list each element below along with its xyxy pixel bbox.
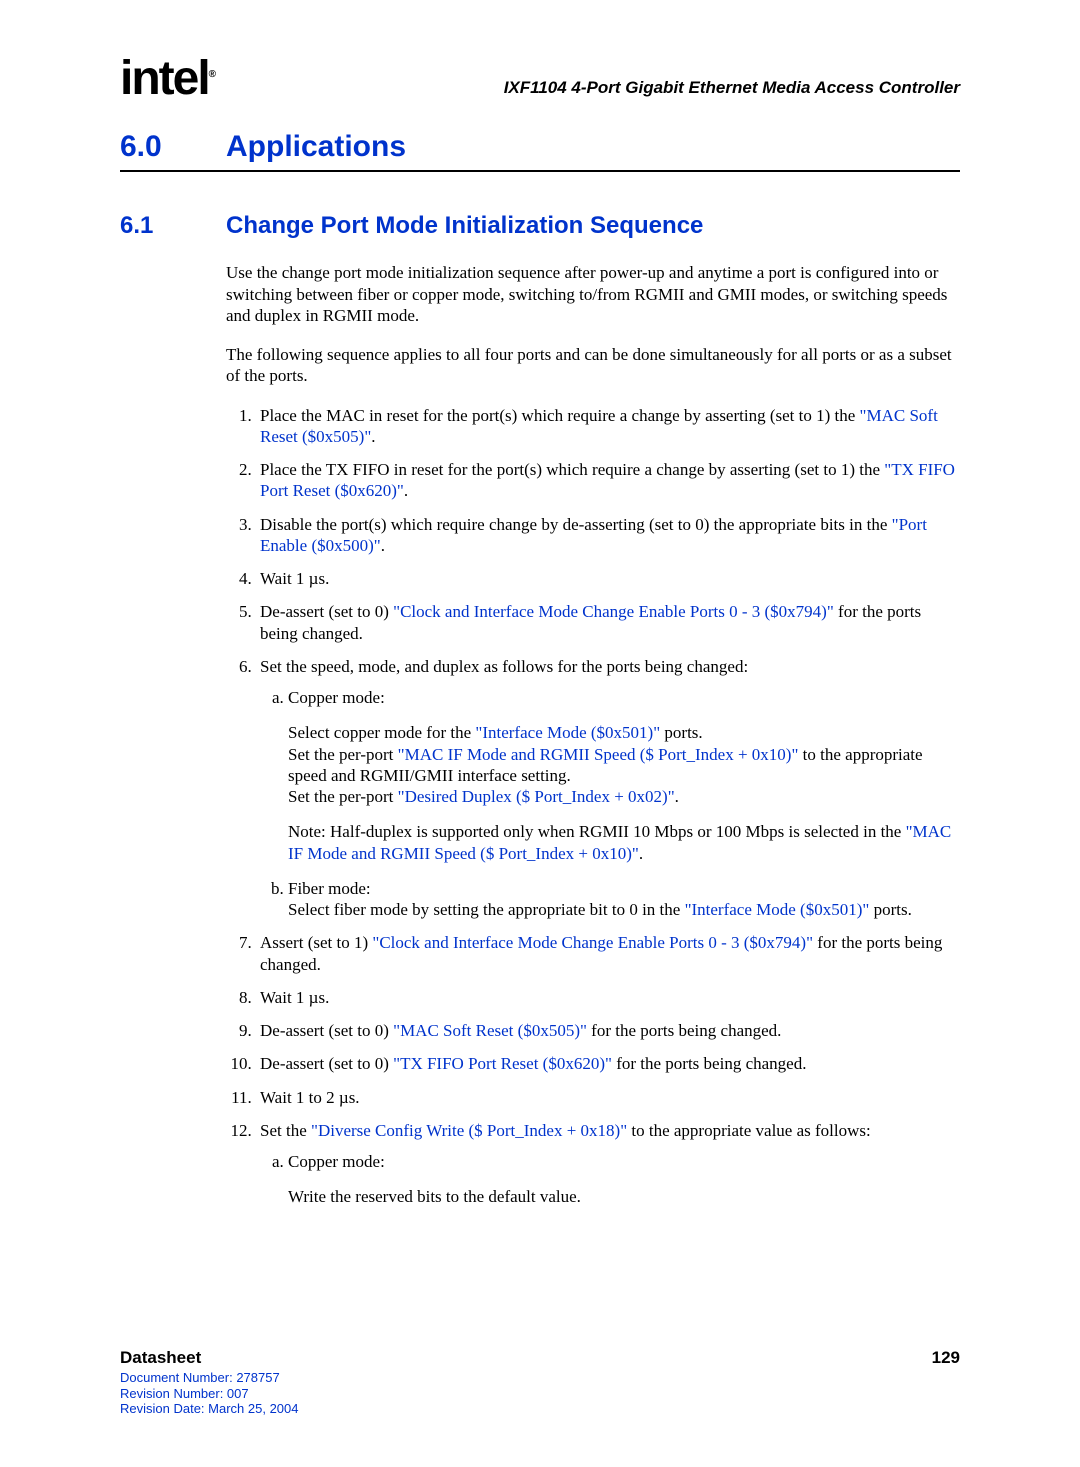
footer-document-number: Document Number: 278757 bbox=[120, 1370, 298, 1386]
step-12: Set the "Diverse Config Write ($ Port_In… bbox=[256, 1120, 960, 1208]
step-4: Wait 1 µs. bbox=[256, 568, 960, 589]
link-interface-mode-fiber[interactable]: "Interface Mode ($0x501)" bbox=[685, 900, 870, 919]
link-diverse-config-write[interactable]: "Diverse Config Write ($ Port_Index + 0x… bbox=[311, 1121, 627, 1140]
page-footer: Datasheet Document Number: 278757 Revisi… bbox=[120, 1348, 960, 1417]
registered-mark-icon: ® bbox=[209, 69, 214, 80]
page-header: intel® IXF1104 4-Port Gigabit Ethernet M… bbox=[120, 60, 960, 98]
step-8: Wait 1 µs. bbox=[256, 987, 960, 1008]
link-desired-duplex[interactable]: "Desired Duplex ($ Port_Index + 0x02)" bbox=[398, 787, 675, 806]
link-interface-mode[interactable]: "Interface Mode ($0x501)" bbox=[475, 723, 660, 742]
intro-paragraph-2: The following sequence applies to all fo… bbox=[226, 344, 960, 387]
link-clock-interface-mode-change-2[interactable]: "Clock and Interface Mode Change Enable … bbox=[372, 933, 813, 952]
step-11: Wait 1 to 2 µs. bbox=[256, 1087, 960, 1108]
step-9: De-assert (set to 0) "MAC Soft Reset ($0… bbox=[256, 1020, 960, 1041]
page-number: 129 bbox=[932, 1348, 960, 1368]
footer-revision-date: Revision Date: March 25, 2004 bbox=[120, 1401, 298, 1417]
document-title: IXF1104 4-Port Gigabit Ethernet Media Ac… bbox=[504, 78, 960, 98]
step-6a-p1: Select copper mode for the "Interface Mo… bbox=[288, 722, 960, 807]
footer-left: Datasheet Document Number: 278757 Revisi… bbox=[120, 1348, 298, 1417]
page: intel® IXF1104 4-Port Gigabit Ethernet M… bbox=[0, 0, 1080, 1467]
intel-logo: intel® bbox=[120, 60, 214, 98]
heading-1-text: Applications bbox=[226, 130, 406, 164]
heading-2-number: 6.1 bbox=[120, 212, 226, 240]
link-mac-soft-reset-2[interactable]: "MAC Soft Reset ($0x505)" bbox=[393, 1021, 587, 1040]
step-3: Disable the port(s) which require change… bbox=[256, 514, 960, 557]
body-content: Use the change port mode initialization … bbox=[226, 262, 960, 1207]
link-mac-if-mode-rgmii-speed[interactable]: "MAC IF Mode and RGMII Speed ($ Port_Ind… bbox=[398, 745, 799, 764]
link-tx-fifo-port-reset-2[interactable]: "TX FIFO Port Reset ($0x620)" bbox=[393, 1054, 612, 1073]
step-12a: Copper mode: Write the reserved bits to … bbox=[288, 1151, 960, 1208]
step-6a: Copper mode: Select copper mode for the … bbox=[288, 687, 960, 864]
heading-1: 6.0 Applications bbox=[120, 130, 960, 172]
step-6b: Fiber mode: Select fiber mode by setting… bbox=[288, 878, 960, 921]
step-6-sublist: Copper mode: Select copper mode for the … bbox=[260, 687, 960, 920]
heading-2-text: Change Port Mode Initialization Sequence bbox=[226, 212, 703, 240]
heading-2: 6.1 Change Port Mode Initialization Sequ… bbox=[120, 212, 960, 240]
intro-paragraph-1: Use the change port mode initialization … bbox=[226, 262, 960, 326]
step-6a-note: Note: Half-duplex is supported only when… bbox=[288, 821, 960, 864]
footer-datasheet-label: Datasheet bbox=[120, 1348, 298, 1368]
step-1: Place the MAC in reset for the port(s) w… bbox=[256, 405, 960, 448]
step-6b-p1: Select fiber mode by setting the appropr… bbox=[288, 899, 960, 920]
step-10: De-assert (set to 0) "TX FIFO Port Reset… bbox=[256, 1053, 960, 1074]
link-clock-interface-mode-change[interactable]: "Clock and Interface Mode Change Enable … bbox=[393, 602, 834, 621]
footer-revision-number: Revision Number: 007 bbox=[120, 1386, 298, 1402]
step-7: Assert (set to 1) "Clock and Interface M… bbox=[256, 932, 960, 975]
step-6: Set the speed, mode, and duplex as follo… bbox=[256, 656, 960, 921]
step-2: Place the TX FIFO in reset for the port(… bbox=[256, 459, 960, 502]
step-12a-p1: Write the reserved bits to the default v… bbox=[288, 1186, 960, 1207]
heading-1-number: 6.0 bbox=[120, 130, 226, 164]
step-5: De-assert (set to 0) "Clock and Interfac… bbox=[256, 601, 960, 644]
procedure-list: Place the MAC in reset for the port(s) w… bbox=[226, 405, 960, 1208]
step-12-sublist: Copper mode: Write the reserved bits to … bbox=[260, 1151, 960, 1208]
